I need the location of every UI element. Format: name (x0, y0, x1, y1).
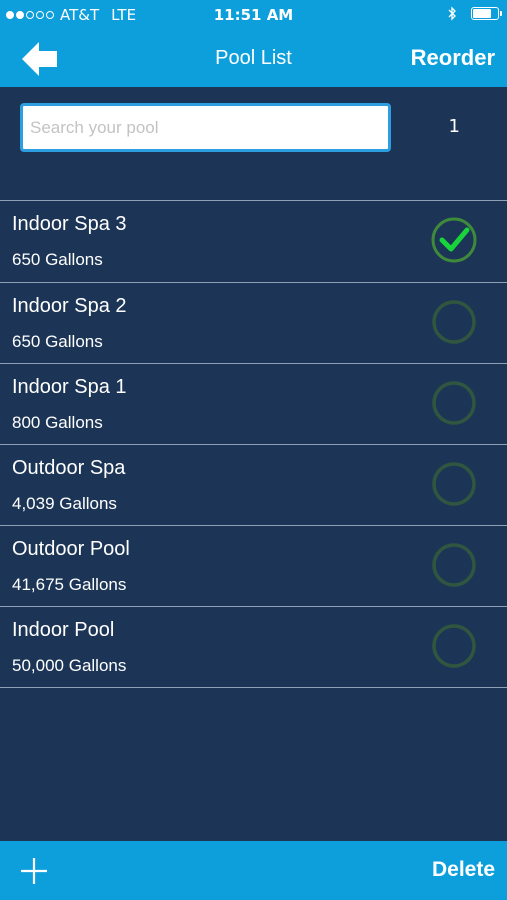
unselected-circle-icon[interactable] (431, 380, 477, 426)
unselected-circle-icon[interactable] (431, 461, 477, 507)
check-icon[interactable] (431, 217, 477, 263)
nav-bar: Pool List Reorder (0, 32, 507, 87)
pool-name: Outdoor Spa (12, 457, 126, 479)
pool-name: Indoor Pool (12, 619, 115, 641)
battery-icon (471, 7, 502, 20)
reorder-button[interactable]: Reorder (411, 45, 495, 71)
status-right (448, 6, 502, 21)
pool-volume: 800 Gallons (12, 413, 103, 432)
plus-icon (21, 858, 47, 884)
add-pool-button[interactable] (20, 857, 48, 885)
pool-list: Indoor Spa 3 650 Gallons Indoor Spa 2 65… (0, 200, 507, 688)
pool-name: Indoor Spa 2 (12, 295, 127, 317)
pool-name: Indoor Spa 1 (12, 376, 127, 398)
list-item[interactable]: Indoor Spa 1 800 Gallons (0, 364, 507, 445)
pool-volume: 50,000 Gallons (12, 656, 127, 675)
list-item[interactable]: Outdoor Pool 41,675 Gallons (0, 526, 507, 607)
pool-name: Outdoor Pool (12, 538, 130, 560)
pool-volume: 650 Gallons (12, 332, 103, 351)
selected-count: 1 (448, 116, 460, 137)
delete-button[interactable]: Delete (432, 858, 495, 882)
pool-volume: 650 Gallons (12, 250, 103, 269)
pool-volume: 4,039 Gallons (12, 494, 117, 513)
list-item[interactable]: Indoor Pool 50,000 Gallons (0, 607, 507, 688)
list-item[interactable]: Outdoor Spa 4,039 Gallons (0, 445, 507, 526)
list-item[interactable]: Indoor Spa 3 650 Gallons (0, 201, 507, 283)
list-item[interactable]: Indoor Spa 2 650 Gallons (0, 283, 507, 364)
pool-name: Indoor Spa 3 (12, 213, 127, 235)
status-bar: AT&T LTE 11:51 AM (0, 0, 507, 32)
bluetooth-icon (448, 6, 456, 21)
battery-level (473, 9, 491, 18)
bottom-toolbar: Delete (0, 841, 507, 900)
unselected-circle-icon[interactable] (431, 623, 477, 669)
pool-volume: 41,675 Gallons (12, 575, 127, 594)
status-time: 11:51 AM (213, 6, 294, 24)
search-input[interactable] (20, 103, 391, 152)
unselected-circle-icon[interactable] (431, 299, 477, 345)
unselected-circle-icon[interactable] (431, 542, 477, 588)
